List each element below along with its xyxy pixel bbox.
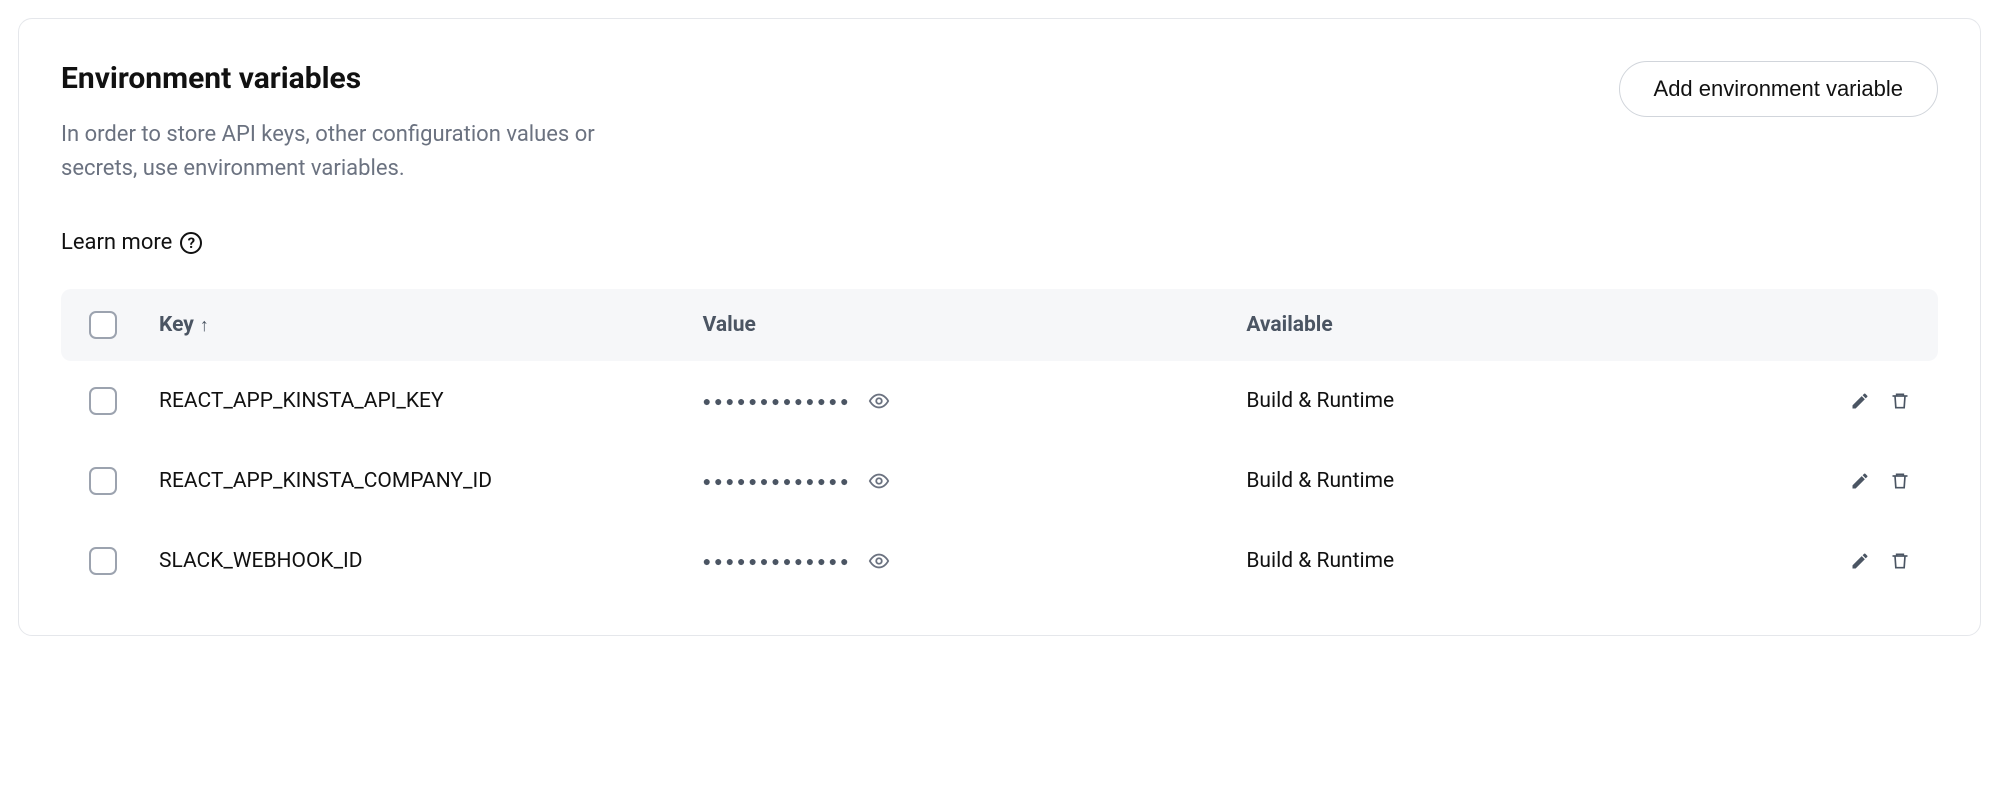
row-available: Build & Runtime	[1246, 389, 1770, 413]
row-value-masked: ●●●●●●●●●●●●●	[703, 470, 1227, 492]
col-available: Available	[1246, 313, 1770, 337]
delete-button[interactable]	[1890, 391, 1910, 411]
row-checkbox[interactable]	[89, 547, 117, 575]
edit-button[interactable]	[1850, 391, 1870, 411]
row-actions	[1790, 551, 1910, 571]
row-value-masked: ●●●●●●●●●●●●●	[703, 390, 1227, 412]
table-header: Key ↑ Value Available	[61, 289, 1938, 361]
sort-asc-icon: ↑	[200, 315, 209, 336]
row-available: Build & Runtime	[1246, 549, 1770, 573]
row-checkbox[interactable]	[89, 467, 117, 495]
edit-button[interactable]	[1850, 471, 1870, 491]
env-vars-card: Environment variables In order to store …	[18, 18, 1981, 636]
card-header-row: Environment variables In order to store …	[61, 61, 1938, 255]
row-value-masked: ●●●●●●●●●●●●●	[703, 550, 1227, 572]
delete-button[interactable]	[1890, 471, 1910, 491]
table-row: REACT_APP_KINSTA_COMPANY_ID ●●●●●●●●●●●●…	[61, 441, 1938, 521]
select-all-cell	[89, 311, 139, 339]
page-description: In order to store API keys, other config…	[61, 118, 621, 186]
row-available: Build & Runtime	[1246, 469, 1770, 493]
masked-value: ●●●●●●●●●●●●●	[703, 553, 852, 570]
col-key[interactable]: Key ↑	[159, 313, 683, 337]
reveal-value-button[interactable]	[868, 550, 890, 572]
learn-more-label: Learn more	[61, 230, 172, 255]
reveal-value-button[interactable]	[868, 390, 890, 412]
header-text-block: Environment variables In order to store …	[61, 61, 621, 255]
row-actions	[1790, 391, 1910, 411]
col-value: Value	[703, 313, 1227, 337]
masked-value: ●●●●●●●●●●●●●	[703, 473, 852, 490]
row-key: REACT_APP_KINSTA_COMPANY_ID	[159, 469, 683, 493]
delete-button[interactable]	[1890, 551, 1910, 571]
select-all-checkbox[interactable]	[89, 311, 117, 339]
edit-button[interactable]	[1850, 551, 1870, 571]
row-key: SLACK_WEBHOOK_ID	[159, 549, 683, 573]
add-env-var-button[interactable]: Add environment variable	[1619, 61, 1938, 117]
reveal-value-button[interactable]	[868, 470, 890, 492]
row-key: REACT_APP_KINSTA_API_KEY	[159, 389, 683, 413]
row-actions	[1790, 471, 1910, 491]
table-row: REACT_APP_KINSTA_API_KEY ●●●●●●●●●●●●● B…	[61, 361, 1938, 441]
table-row: SLACK_WEBHOOK_ID ●●●●●●●●●●●●● Build & R…	[61, 521, 1938, 601]
help-icon: ?	[180, 232, 202, 254]
masked-value: ●●●●●●●●●●●●●	[703, 393, 852, 410]
col-key-label: Key	[159, 313, 194, 337]
learn-more-link[interactable]: Learn more ?	[61, 230, 202, 255]
row-checkbox[interactable]	[89, 387, 117, 415]
page-title: Environment variables	[61, 61, 621, 96]
env-vars-table: Key ↑ Value Available REACT_APP_KINSTA_A…	[61, 289, 1938, 601]
